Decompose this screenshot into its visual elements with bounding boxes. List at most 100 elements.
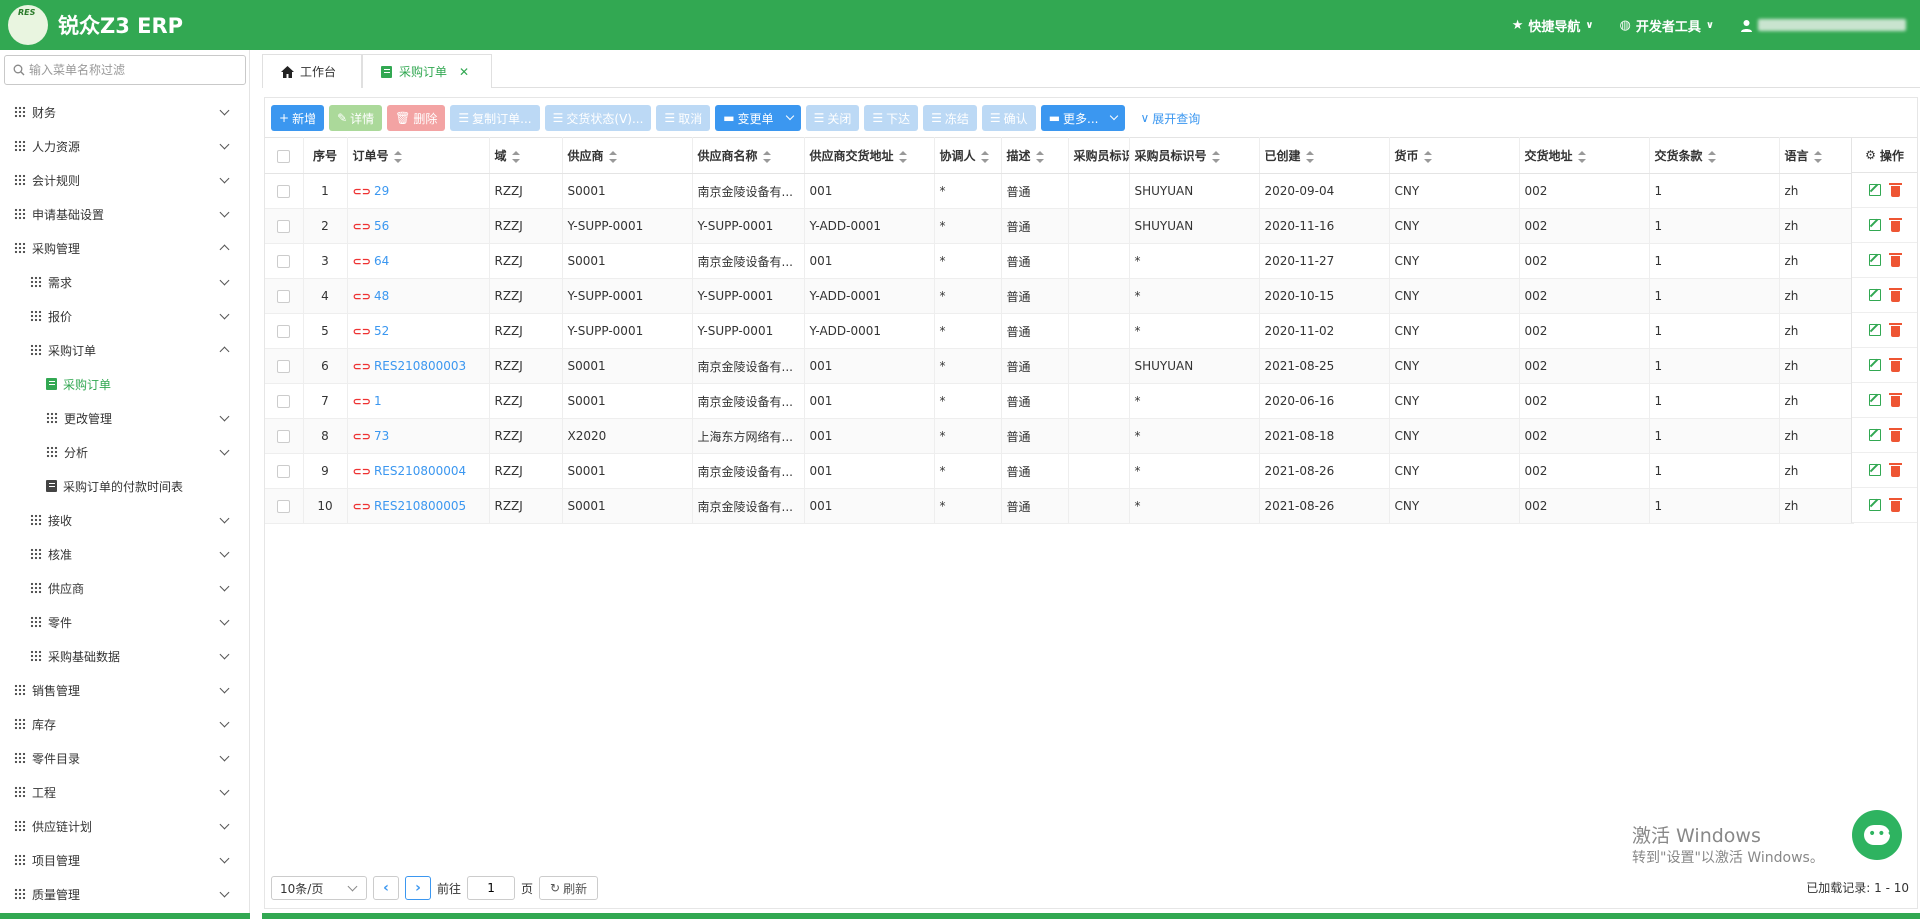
- table-row[interactable]: 8 ⊂⊃ 73 RZZJ X2020 上海东方网络有... 001 * 普通 * 2021-08-1…: [265, 418, 1854, 454]
- edit-icon[interactable]: [1869, 184, 1881, 196]
- column-header[interactable]: 交货地址: [1519, 137, 1650, 174]
- sort-icon[interactable]: [1707, 150, 1716, 163]
- table-cell[interactable]: ⊂⊃ RES210800005: [347, 488, 490, 524]
- table-row[interactable]: 5 ⊂⊃ 52 RZZJ Y-SUPP-0001 Y-SUPP-0001 Y-ADD-000…: [265, 313, 1854, 349]
- sidebar-item[interactable]: 采购订单的付款时间表: [0, 469, 250, 503]
- column-header[interactable]: 采购员标识: [1068, 137, 1130, 174]
- sidebar-item[interactable]: 销售管理: [0, 673, 250, 707]
- close-button[interactable]: ☰ 关闭: [805, 105, 860, 131]
- table-cell[interactable]: ⊂⊃ 29: [347, 173, 490, 209]
- trash-icon[interactable]: [1889, 392, 1902, 407]
- table-cell[interactable]: ⊂⊃ RES210800004: [347, 453, 490, 489]
- refresh-button[interactable]: ↻ 刷新: [539, 876, 599, 900]
- column-header[interactable]: 描述: [1001, 137, 1069, 174]
- order-number-link[interactable]: 52: [374, 324, 389, 338]
- edit-icon[interactable]: [1869, 429, 1881, 441]
- column-header[interactable]: 协调人: [934, 137, 1002, 174]
- sort-icon[interactable]: [1813, 150, 1822, 163]
- table-row[interactable]: 4 ⊂⊃ 48 RZZJ Y-SUPP-0001 Y-SUPP-0001 Y-ADD-000…: [265, 278, 1854, 314]
- detail-button[interactable]: ✎ 详情: [329, 105, 383, 131]
- sidebar-item[interactable]: 质量管理: [0, 877, 250, 911]
- trash-icon[interactable]: [1889, 322, 1902, 337]
- sidebar-item[interactable]: 采购订单: [0, 333, 250, 367]
- page-number-input[interactable]: [467, 876, 516, 900]
- sort-icon[interactable]: [393, 150, 402, 163]
- page-size-select[interactable]: 10条/页: [271, 876, 367, 900]
- table-row[interactable]: 9 ⊂⊃ RES210800004 RZZJ S0001 南京金陵设备有... 001 * 普通…: [265, 453, 1854, 489]
- sidebar-item[interactable]: 更改管理: [0, 401, 250, 435]
- sidebar-item[interactable]: 申请基础设置: [0, 197, 250, 231]
- column-header[interactable]: 域: [489, 137, 563, 174]
- dev-tools-menu[interactable]: ◍ 开发者工具 ∨: [1620, 16, 1714, 35]
- sidebar-item[interactable]: 财务: [0, 95, 250, 129]
- order-number-link[interactable]: 48: [374, 289, 389, 303]
- order-number-link[interactable]: RES210800003: [374, 359, 466, 373]
- order-number-link[interactable]: 64: [374, 254, 389, 268]
- delete-button[interactable]: 🗑 删除: [387, 105, 446, 131]
- sidebar-item[interactable]: 采购管理: [0, 231, 250, 265]
- tab-home[interactable]: 工作台: [262, 54, 362, 88]
- table-cell[interactable]: ⊂⊃ 64: [347, 243, 490, 279]
- table-row[interactable]: 10 ⊂⊃ RES210800005 RZZJ S0001 南京金陵设备有... 001 * 普…: [265, 488, 1854, 524]
- edit-icon[interactable]: [1869, 289, 1881, 301]
- sort-icon[interactable]: [1305, 150, 1314, 163]
- sort-icon[interactable]: [1423, 150, 1432, 163]
- delivery-status-button[interactable]: ☰ 交货状态(V)...: [544, 105, 652, 131]
- table-row[interactable]: 3 ⊂⊃ 64 RZZJ S0001 南京金陵设备有... 001 * 普通 * 2020-11-2…: [265, 243, 1854, 279]
- column-header[interactable]: 供应商交货地址: [804, 137, 935, 174]
- order-number-link[interactable]: 1: [374, 394, 382, 408]
- edit-icon[interactable]: [1869, 499, 1881, 511]
- sort-icon[interactable]: [608, 150, 617, 163]
- table-cell[interactable]: ⊂⊃ 1: [347, 383, 490, 419]
- column-header[interactable]: 交货条款: [1649, 137, 1780, 174]
- order-number-link[interactable]: 29: [374, 184, 389, 198]
- row-checkbox[interactable]: [277, 185, 291, 198]
- table-cell[interactable]: ⊂⊃ 73: [347, 418, 490, 454]
- edit-icon[interactable]: [1869, 464, 1881, 476]
- order-number-link[interactable]: RES210800004: [374, 464, 466, 478]
- user-menu[interactable]: [1740, 19, 1906, 32]
- sort-icon[interactable]: [1211, 150, 1220, 163]
- trash-icon[interactable]: [1889, 287, 1902, 302]
- menu-search-input[interactable]: [29, 63, 229, 77]
- sidebar-item[interactable]: 供应商: [0, 571, 250, 605]
- edit-icon[interactable]: [1869, 254, 1881, 266]
- column-header[interactable]: 已创建: [1259, 137, 1390, 174]
- trash-icon[interactable]: [1889, 217, 1902, 232]
- column-header[interactable]: 货币: [1389, 137, 1520, 174]
- sort-icon[interactable]: [762, 150, 771, 163]
- trash-icon[interactable]: [1889, 357, 1902, 372]
- column-header[interactable]: 供应商名称: [692, 137, 805, 174]
- table-cell[interactable]: ⊂⊃ 56: [347, 208, 490, 244]
- column-header[interactable]: 语言: [1779, 137, 1854, 174]
- sidebar-item[interactable]: 供应链计划: [0, 809, 250, 843]
- order-number-link[interactable]: 73: [374, 429, 389, 443]
- column-header[interactable]: 供应商: [562, 137, 693, 174]
- edit-icon[interactable]: [1869, 324, 1881, 336]
- row-checkbox[interactable]: [277, 290, 291, 303]
- sort-icon[interactable]: [898, 150, 907, 163]
- row-checkbox[interactable]: [277, 430, 291, 443]
- sidebar-item[interactable]: 接收: [0, 503, 250, 537]
- order-number-link[interactable]: RES210800005: [374, 499, 466, 513]
- table-row[interactable]: 7 ⊂⊃ 1 RZZJ S0001 南京金陵设备有... 001 * 普通 * 2020-06-16…: [265, 383, 1854, 419]
- row-checkbox[interactable]: [277, 255, 291, 268]
- close-icon[interactable]: ✕: [459, 65, 469, 79]
- trash-icon[interactable]: [1889, 427, 1902, 442]
- table-cell[interactable]: ⊂⊃ RES210800003: [347, 348, 490, 384]
- row-checkbox[interactable]: [277, 465, 291, 478]
- sidebar-item[interactable]: 分析: [0, 435, 250, 469]
- sidebar-item[interactable]: 采购基础数据: [0, 639, 250, 673]
- sidebar-item[interactable]: 零件: [0, 605, 250, 639]
- table-row[interactable]: 2 ⊂⊃ 56 RZZJ Y-SUPP-0001 Y-SUPP-0001 Y-ADD-000…: [265, 208, 1854, 244]
- sidebar-item[interactable]: 工程: [0, 775, 250, 809]
- menu-search[interactable]: [4, 55, 246, 85]
- prev-page-button[interactable]: ‹: [373, 876, 399, 900]
- sidebar-item[interactable]: 报价: [0, 299, 250, 333]
- row-checkbox[interactable]: [277, 500, 291, 513]
- edit-icon[interactable]: [1869, 394, 1881, 406]
- table-cell[interactable]: ⊂⊃ 48: [347, 278, 490, 314]
- sidebar-item[interactable]: 人力资源: [0, 129, 250, 163]
- trash-icon[interactable]: [1889, 497, 1902, 512]
- column-header[interactable]: 序号: [303, 137, 348, 174]
